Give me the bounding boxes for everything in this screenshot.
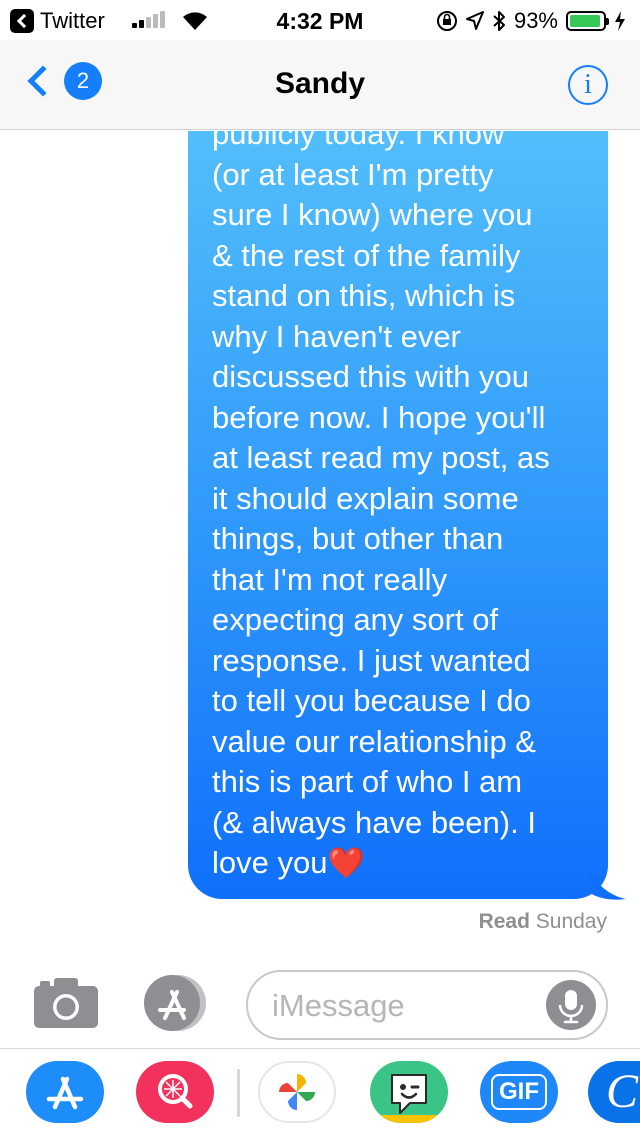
camera-icon[interactable] xyxy=(34,978,98,1028)
gif-icon[interactable]: GIF xyxy=(480,1061,558,1123)
photos-icon[interactable] xyxy=(258,1061,336,1123)
status-bar: Twitter 4:32 PM 93% xyxy=(0,0,640,40)
charging-bolt-icon xyxy=(615,11,625,31)
conversation-header: 2 Sandy i xyxy=(0,40,640,130)
app-store-button-icon[interactable] xyxy=(140,974,212,1032)
status-right: 93% xyxy=(436,8,626,34)
message-list[interactable]: publicly today. I know (or at least I'm … xyxy=(0,131,640,956)
orientation-lock-icon xyxy=(436,11,457,31)
cursive-icon[interactable]: C xyxy=(588,1061,640,1123)
heart-emoji: ❤️ xyxy=(327,847,365,880)
gif-label: GIF xyxy=(491,1074,547,1110)
image-search-icon[interactable] xyxy=(136,1061,214,1123)
location-icon xyxy=(465,11,484,30)
messages-screen: Twitter 4:32 PM 93% 2 Sandy i publicly t… xyxy=(0,0,640,1136)
contact-name[interactable]: Sandy xyxy=(0,67,640,101)
bluetooth-icon xyxy=(493,11,505,31)
read-status: Read xyxy=(478,910,530,933)
imessage-input[interactable] xyxy=(272,984,532,1028)
battery-icon xyxy=(566,11,609,31)
bubble-tail xyxy=(590,871,626,900)
cursive-label: C xyxy=(606,1065,639,1118)
app-store-icon[interactable] xyxy=(26,1061,104,1123)
info-icon: i xyxy=(584,69,592,100)
drawer-divider xyxy=(237,1069,240,1117)
read-day: Sunday xyxy=(535,910,607,933)
info-button[interactable]: i xyxy=(568,65,608,105)
battery-percent: 93% xyxy=(513,8,558,33)
app-drawer: GIF C xyxy=(0,1048,640,1136)
message-field[interactable] xyxy=(246,970,608,1040)
dictation-button[interactable] xyxy=(546,980,596,1030)
composer-bar xyxy=(0,956,640,1048)
bitmoji-icon[interactable] xyxy=(370,1061,448,1123)
microphone-icon xyxy=(558,990,584,1024)
outgoing-message-bubble[interactable]: publicly today. I know (or at least I'm … xyxy=(188,131,608,899)
read-receipt: Read Sunday xyxy=(479,910,607,934)
message-text: publicly today. I know (or at least I'm … xyxy=(212,131,550,880)
